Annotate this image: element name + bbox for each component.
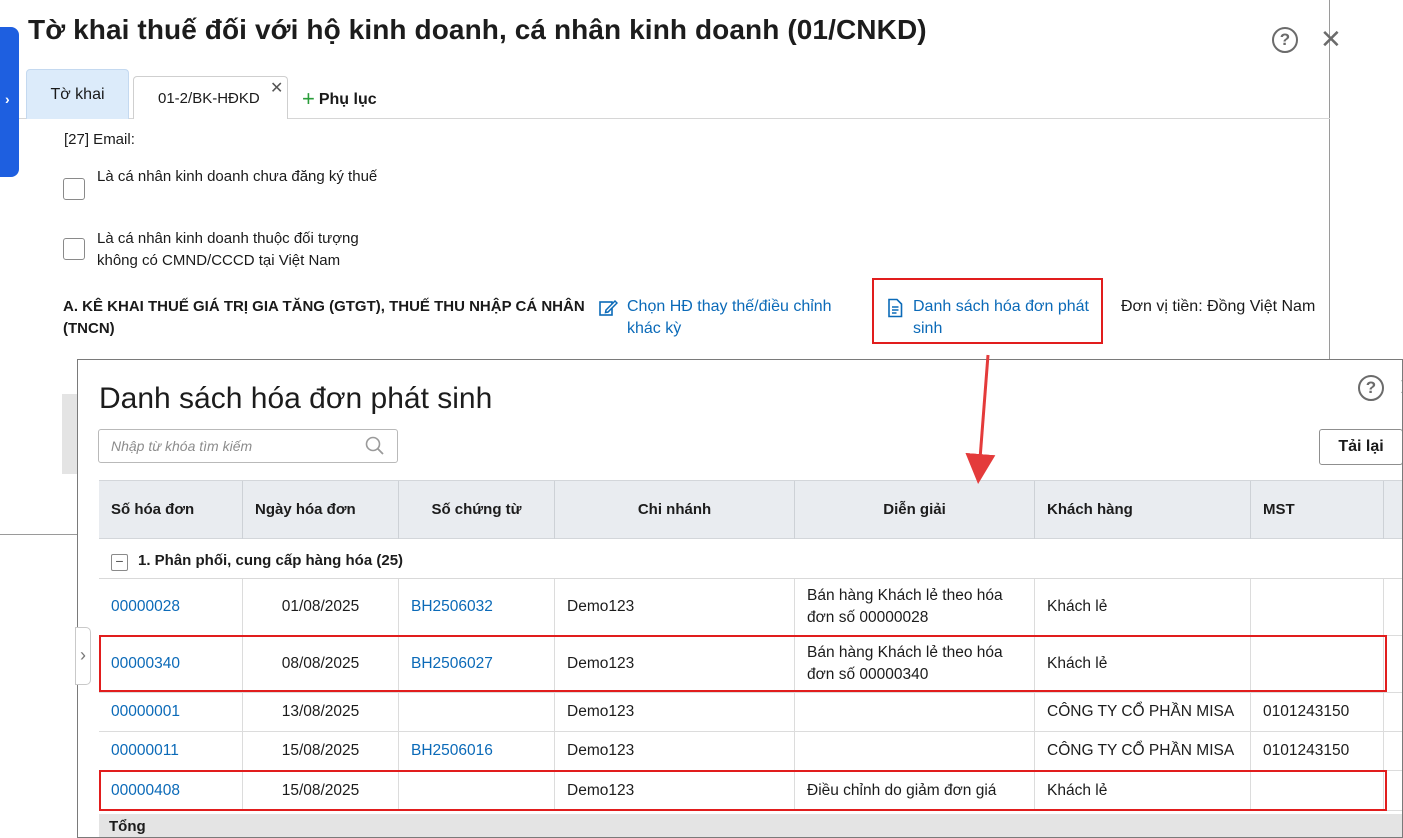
choose-invoice-link[interactable]: Chọn HĐ thay thế/điều chỉnh khác kỳ bbox=[598, 296, 848, 340]
search-icon[interactable] bbox=[365, 436, 385, 456]
tab-label: 01-2/BK-HĐKD bbox=[158, 90, 260, 107]
reload-button[interactable]: Tải lại bbox=[1319, 429, 1402, 465]
col-description[interactable]: Diễn giải bbox=[795, 481, 1035, 539]
tax-code: 0101243150 bbox=[1251, 693, 1384, 731]
col-customer[interactable]: Khách hàng bbox=[1035, 481, 1251, 539]
voucher-no-link[interactable]: BH2506032 bbox=[399, 579, 555, 635]
dialog-help-icon[interactable]: ? bbox=[1358, 375, 1384, 401]
add-appendix-button[interactable]: + Phụ lục bbox=[302, 86, 377, 112]
window-title: Tờ khai thuế đối với hộ kinh doanh, cá n… bbox=[28, 14, 927, 45]
branch: Demo123 bbox=[555, 579, 795, 635]
highlight-row-box bbox=[99, 635, 1387, 692]
plus-icon: + bbox=[302, 86, 315, 111]
tab-close-icon[interactable]: ✕ bbox=[270, 67, 283, 111]
table-row[interactable]: 00000001 13/08/2025 Demo123 CÔNG TY CỔ P… bbox=[99, 693, 1402, 732]
expand-panel-handle[interactable]: › bbox=[75, 627, 91, 685]
invoice-list-link[interactable]: Danh sách hóa đơn phát sinh bbox=[886, 296, 1101, 340]
unregistered-checkbox-label: Là cá nhân kinh doanh chưa đăng ký thuế bbox=[97, 168, 378, 185]
help-icon[interactable]: ? bbox=[1272, 27, 1298, 53]
table-header: Số hóa đơn Ngày hóa đơn Số chứng từ Chi … bbox=[99, 480, 1402, 539]
tab-to-khai[interactable]: Tờ khai bbox=[26, 69, 129, 119]
branch: Demo123 bbox=[555, 732, 795, 770]
description-text: Bán hàng Khách lẻ theo hóa đơn số 000000… bbox=[807, 587, 1003, 626]
collapse-icon[interactable]: − bbox=[111, 554, 128, 571]
table-row[interactable]: 00000028 01/08/2025 BH2506032 Demo123 Bá… bbox=[99, 579, 1402, 636]
document-icon bbox=[888, 298, 903, 318]
dialog-close-icon[interactable]: ✕ bbox=[1398, 374, 1402, 400]
dialog-title: Danh sách hóa đơn phát sinh bbox=[99, 382, 493, 415]
invoice-date: 01/08/2025 bbox=[243, 579, 399, 635]
invoice-no-link[interactable]: 00000028 bbox=[99, 579, 243, 635]
customer: CÔNG TY CỔ PHẦN MISA bbox=[1035, 732, 1251, 770]
search-box bbox=[98, 429, 398, 463]
search-input[interactable] bbox=[99, 430, 359, 462]
no-id-checkbox-label: Là cá nhân kinh doanh thuộc đối tượng kh… bbox=[97, 230, 359, 269]
col-voucher-no[interactable]: Số chứng từ bbox=[399, 481, 555, 539]
tab-bk-hdkd[interactable]: 01-2/BK-HĐKD ✕ bbox=[133, 76, 288, 119]
tax-code: 0101243150 bbox=[1251, 732, 1384, 770]
description: Bán hàng Khách lẻ theo hóa đơn số 000000… bbox=[795, 579, 1035, 635]
tax-code bbox=[1251, 579, 1384, 635]
highlight-row-box bbox=[99, 770, 1387, 811]
section-a-title: A. KÊ KHAI THUẾ GIÁ TRỊ GIA TĂNG (GTGT),… bbox=[63, 298, 585, 337]
customer: CÔNG TY CỔ PHẦN MISA bbox=[1035, 693, 1251, 731]
invoice-list-dialog: Danh sách hóa đơn phát sinh ? ✕ Tải lại … bbox=[77, 359, 1403, 838]
no-id-checkbox[interactable] bbox=[63, 238, 85, 260]
branch: Demo123 bbox=[555, 693, 795, 731]
choose-invoice-link-label: Chọn HĐ thay thế/điều chỉnh khác kỳ bbox=[627, 298, 832, 337]
col-extra bbox=[1384, 481, 1402, 539]
group-label: 1. Phân phối, cung cấp hàng hóa (25) bbox=[138, 552, 404, 569]
invoice-list-link-label: Danh sách hóa đơn phát sinh bbox=[913, 298, 1089, 337]
currency-unit: Đơn vị tiền: Đồng Việt Nam bbox=[1121, 298, 1316, 315]
col-branch[interactable]: Chi nhánh bbox=[555, 481, 795, 539]
invoice-date: 15/08/2025 bbox=[243, 732, 399, 770]
close-icon[interactable]: ✕ bbox=[1320, 26, 1342, 52]
voucher-no-link[interactable]: BH2506016 bbox=[399, 732, 555, 770]
sidebar-toggle[interactable]: › bbox=[0, 27, 19, 177]
invoice-no-link[interactable]: 00000001 bbox=[99, 693, 243, 731]
total-label: Tổng bbox=[109, 818, 146, 835]
unregistered-checkbox[interactable] bbox=[63, 178, 85, 200]
invoice-no-link[interactable]: 00000011 bbox=[99, 732, 243, 770]
description bbox=[795, 693, 1035, 731]
invoice-date: 13/08/2025 bbox=[243, 693, 399, 731]
customer: Khách lẻ bbox=[1035, 579, 1251, 635]
group-row: − 1. Phân phối, cung cấp hàng hóa (25) bbox=[99, 539, 1402, 579]
chevron-right-icon: › bbox=[5, 91, 10, 107]
description bbox=[795, 732, 1035, 770]
col-tax-code[interactable]: MST bbox=[1251, 481, 1384, 539]
table-row[interactable]: 00000011 15/08/2025 BH2506016 Demo123 CÔ… bbox=[99, 732, 1402, 771]
col-invoice-no[interactable]: Số hóa đơn bbox=[99, 481, 243, 539]
add-appendix-label: Phụ lục bbox=[318, 91, 377, 108]
edit-icon bbox=[599, 299, 618, 316]
total-row: Tổng bbox=[99, 814, 1402, 837]
email-label: [27] Email: bbox=[64, 131, 135, 148]
voucher-no-link[interactable] bbox=[399, 693, 555, 731]
col-invoice-date[interactable]: Ngày hóa đơn bbox=[243, 481, 399, 539]
